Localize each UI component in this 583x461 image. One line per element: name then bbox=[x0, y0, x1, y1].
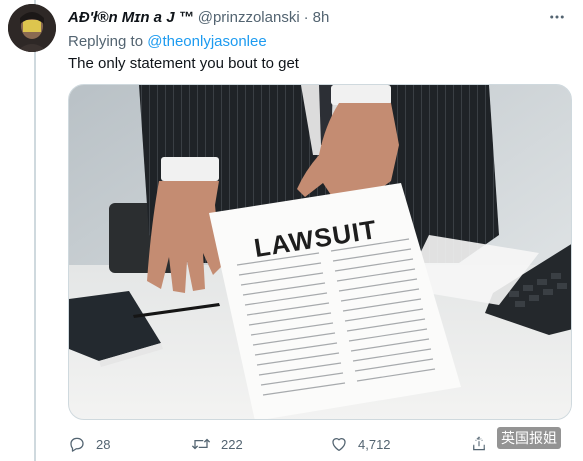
user-handle[interactable]: @prinzzolanski bbox=[198, 9, 300, 26]
tweet-media[interactable]: LAWSUIT bbox=[68, 84, 572, 420]
retweet-icon bbox=[191, 438, 211, 450]
reply-mention-link[interactable]: @theonlyjasonlee bbox=[147, 33, 266, 50]
replying-to: Replying to @theonlyjasonlee bbox=[68, 33, 267, 50]
profile-avatar[interactable] bbox=[8, 4, 56, 52]
separator-dot: · bbox=[303, 9, 309, 26]
watermark: 英国报姐 bbox=[470, 426, 561, 450]
thread-line bbox=[34, 0, 36, 461]
reply-count: 28 bbox=[96, 436, 111, 452]
tweet-time[interactable]: 8h bbox=[313, 9, 330, 26]
media-photo: LAWSUIT bbox=[69, 85, 571, 419]
like-count: 4,712 bbox=[358, 436, 391, 452]
reply-button[interactable]: 28 bbox=[68, 432, 110, 456]
tweet-text: The only statement you bout to get bbox=[68, 55, 299, 72]
display-name[interactable]: AÐ'ł®n Mɪn a J ™ bbox=[68, 9, 194, 26]
more-icon[interactable] bbox=[545, 5, 569, 29]
heart-icon bbox=[332, 438, 346, 452]
replying-prefix: Replying to bbox=[68, 33, 144, 50]
wechat-logo-icon bbox=[470, 427, 492, 449]
tweet-header: AÐ'ł®n Mɪn a J ™ @prinzzolanski · 8h bbox=[68, 9, 569, 26]
retweet-button[interactable]: 222 bbox=[191, 432, 243, 456]
avatar-image bbox=[8, 4, 56, 52]
retweet-count: 222 bbox=[221, 436, 243, 452]
like-button[interactable]: 4,712 bbox=[330, 432, 391, 456]
watermark-text: 英国报姐 bbox=[497, 427, 561, 449]
reply-icon bbox=[70, 437, 84, 452]
